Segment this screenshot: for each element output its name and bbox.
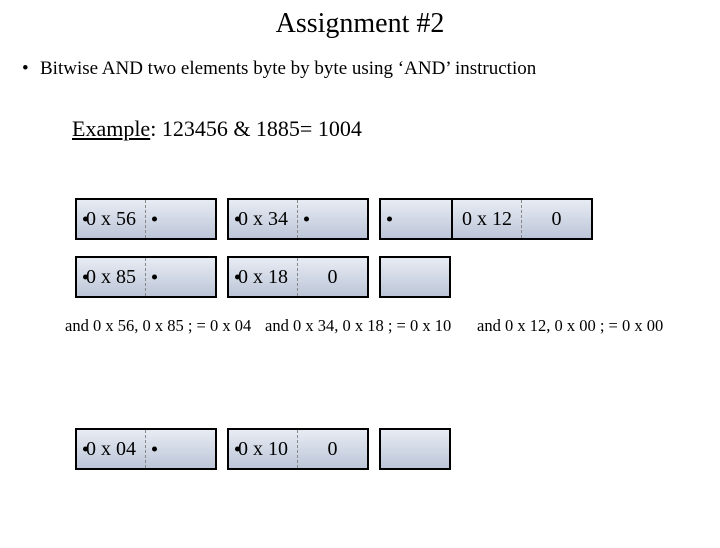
byte-cell-empty xyxy=(381,258,449,296)
operand-row-2: 0 x 85 0 x 18 0 xyxy=(75,256,665,302)
byte-cell: 0 x 10 xyxy=(229,430,298,468)
bullet-marker: • xyxy=(22,58,40,80)
byte-cell: 0 x 12 xyxy=(453,200,522,238)
byte-group-r2: 0 x 10 0 xyxy=(227,428,369,470)
byte-cell: 0 x 04 xyxy=(77,430,146,468)
byte-group-1c-spacer xyxy=(379,198,451,240)
operand-row-1: 0 x 56 0 x 34 0 x 12 0 xyxy=(75,198,665,244)
example-line: Example: 123456 & 1885= 1004 xyxy=(72,116,720,142)
byte-cell-empty xyxy=(146,258,215,296)
calc-2: and 0 x 34, 0 x 18 ; = 0 x 10 xyxy=(265,316,477,336)
byte-group-2a: 0 x 85 xyxy=(75,256,217,298)
byte-cell: 0 xyxy=(298,430,367,468)
byte-cell-empty xyxy=(146,200,215,238)
byte-cell: 0 x 56 xyxy=(77,200,146,238)
byte-cell: 0 xyxy=(298,258,367,296)
bullet-text: Bitwise AND two elements byte by byte us… xyxy=(40,58,536,79)
calc-3: and 0 x 12, 0 x 00 ; = 0 x 00 xyxy=(477,316,677,336)
byte-cell-empty xyxy=(146,430,215,468)
example-text: : 123456 & 1885= 1004 xyxy=(150,116,362,141)
byte-cell-empty xyxy=(381,430,449,468)
result-row: 0 x 04 0 x 10 0 xyxy=(75,428,665,474)
example-label: Example xyxy=(72,116,150,141)
bullet-item: •Bitwise AND two elements byte by byte u… xyxy=(22,58,720,80)
byte-cell-empty xyxy=(298,200,367,238)
byte-cell: 0 xyxy=(522,200,591,238)
byte-group-2c xyxy=(379,256,451,298)
byte-group-r1: 0 x 04 xyxy=(75,428,217,470)
byte-group-1a: 0 x 56 xyxy=(75,198,217,240)
byte-group-r3 xyxy=(379,428,451,470)
calc-1: and 0 x 56, 0 x 85 ; = 0 x 04 xyxy=(65,316,265,336)
byte-cell-empty xyxy=(381,200,451,238)
calculation-row: and 0 x 56, 0 x 85 ; = 0 x 04 and 0 x 34… xyxy=(65,316,685,336)
diagram-area: 0 x 56 0 x 34 0 x 12 0 0 x 85 0 x 18 0 a xyxy=(75,198,665,314)
byte-cell: 0 x 34 xyxy=(229,200,298,238)
byte-group-2b: 0 x 18 0 xyxy=(227,256,369,298)
byte-cell: 0 x 18 xyxy=(229,258,298,296)
page-title: Assignment #2 xyxy=(0,8,720,40)
byte-group-1d: 0 x 12 0 xyxy=(451,198,593,240)
byte-cell: 0 x 85 xyxy=(77,258,146,296)
byte-group-1b: 0 x 34 xyxy=(227,198,369,240)
